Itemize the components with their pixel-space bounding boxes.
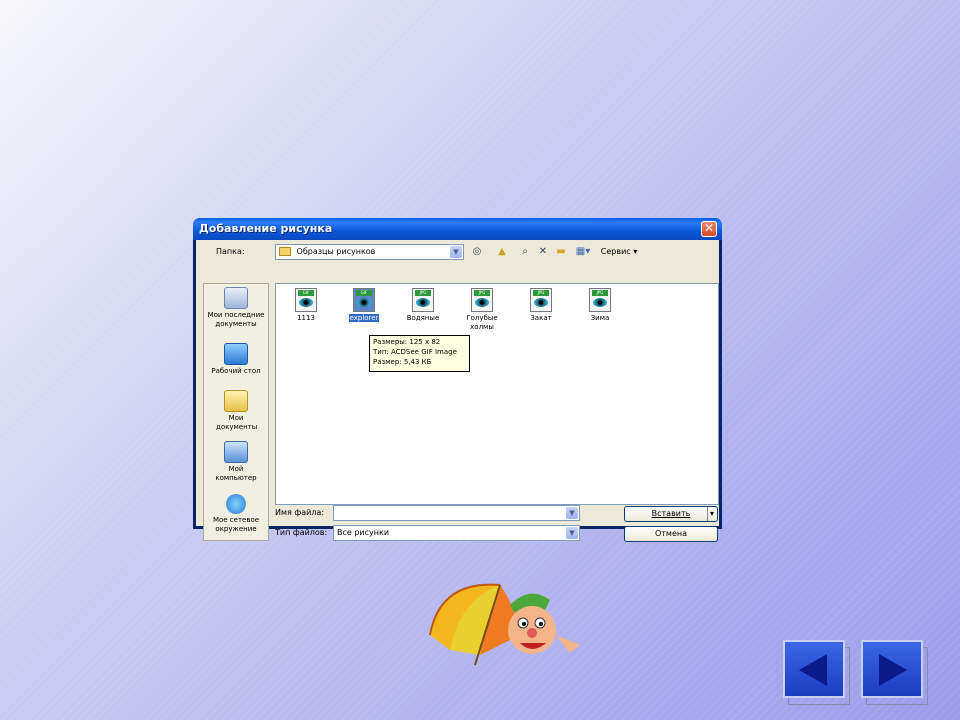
file-type-tag: GIF <box>356 290 372 296</box>
place-my-documents[interactable]: Мои документы <box>204 390 268 432</box>
new-folder-icon: ▬ <box>556 246 566 257</box>
umbrella-mascot-image <box>429 583 580 666</box>
filename-input[interactable]: ▼ <box>333 505 580 521</box>
image-file-icon: GIF <box>295 288 317 312</box>
file-type-tag: JPG <box>415 290 431 296</box>
image-file-icon: JPG <box>589 288 611 312</box>
up-folder-button[interactable]: ▲ <box>495 245 509 259</box>
service-label: Сервис <box>600 247 631 256</box>
file-name: explorer <box>348 314 380 322</box>
filetype-value: Все рисунки <box>337 528 390 537</box>
desktop-icon <box>224 343 248 365</box>
folder-label: Папка: <box>216 247 245 256</box>
file-list[interactable]: GIF 1113 GIF explorer JPG Водяные JPG Го… <box>275 283 719 505</box>
file-type-tag: JPG <box>474 290 490 296</box>
insert-button-label: Вставить <box>651 509 691 518</box>
tooltip-size: Размер: 5,43 КБ <box>373 358 432 366</box>
dialog-body: Папка: Образцы рисунков ▼ ◎ ▲ ⌕ ✕ ▬ ▦▾ С… <box>196 240 719 542</box>
delete-icon: ✕ <box>538 246 548 257</box>
place-label: Мои документы <box>216 414 258 431</box>
recent-documents-icon <box>224 287 248 309</box>
filetype-label: Тип файлов: <box>275 528 328 537</box>
image-file-icon: JPG <box>530 288 552 312</box>
file-item[interactable]: JPG Водяные <box>394 288 452 323</box>
search-icon: ⌕ <box>522 246 528 257</box>
back-button[interactable]: ◎ <box>471 245 483 259</box>
views-button[interactable]: ▦▾ <box>572 245 594 259</box>
next-slide-button[interactable] <box>861 640 923 698</box>
file-item[interactable]: JPG Зима <box>571 288 629 323</box>
place-desktop[interactable]: Рабочий стол <box>204 343 268 376</box>
insert-dropdown-icon[interactable]: ▾ <box>707 507 716 521</box>
folder-value: Образцы рисунков <box>296 247 376 256</box>
file-item-selected[interactable]: GIF explorer <box>335 288 393 323</box>
file-type-tag: JPG <box>592 290 608 296</box>
close-icon: ✕ <box>703 221 715 235</box>
title-bar[interactable]: Добавление рисунка ✕ <box>193 218 722 240</box>
place-label: Мой компьютер <box>215 465 257 482</box>
triangle-right-icon <box>879 654 907 686</box>
previous-slide-button[interactable] <box>783 640 845 698</box>
up-folder-icon: ▲ <box>498 246 506 257</box>
file-name: Закат <box>530 314 552 322</box>
place-label: Мое сетевое окружение <box>212 516 260 533</box>
chevron-down-icon: ▼ <box>450 246 462 258</box>
file-item[interactable]: JPG Закат <box>512 288 570 323</box>
chevron-down-icon: ▼ <box>566 507 578 519</box>
file-type-tag: JPG <box>533 290 549 296</box>
file-item[interactable]: JPG Голубые холмы <box>453 288 511 332</box>
delete-button[interactable]: ✕ <box>536 245 550 259</box>
network-icon <box>226 494 246 514</box>
back-arrow-icon: ◎ <box>472 246 482 257</box>
place-label: Мои последние документы <box>207 311 265 328</box>
place-label: Рабочий стол <box>211 367 261 375</box>
file-name: Водяные <box>406 314 440 322</box>
tooltip-type: Тип: ACDSee GIF Image <box>373 348 457 356</box>
file-type-tag: GIF <box>298 290 314 296</box>
file-item[interactable]: GIF 1113 <box>277 288 335 323</box>
insert-picture-dialog: Добавление рисунка ✕ Папка: Образцы рису… <box>193 218 722 542</box>
file-name: Голубые холмы <box>466 314 498 331</box>
service-menu[interactable]: Сервис ▾ <box>597 245 641 259</box>
place-recent-documents[interactable]: Мои последние документы <box>204 287 268 329</box>
chevron-down-icon: ▼ <box>566 527 578 539</box>
filetype-select[interactable]: Все рисунки ▼ <box>333 525 580 541</box>
folder-icon <box>279 247 291 256</box>
views-icon: ▦▾ <box>575 246 591 257</box>
filename-label: Имя файла: <box>275 508 325 517</box>
new-folder-button[interactable]: ▬ <box>554 245 568 259</box>
image-file-icon: GIF <box>353 288 375 312</box>
triangle-left-icon <box>799 654 827 686</box>
search-web-button[interactable]: ⌕ <box>518 245 532 259</box>
place-network[interactable]: Мое сетевое окружение <box>204 494 268 534</box>
cancel-button-label: Отмена <box>654 529 688 538</box>
file-name: 1113 <box>297 314 315 322</box>
image-file-icon: JPG <box>412 288 434 312</box>
cancel-button[interactable]: Отмена <box>624 526 718 542</box>
dialog-title: Добавление рисунка <box>199 222 333 235</box>
file-name: Зима <box>590 314 610 322</box>
image-file-icon: JPG <box>471 288 493 312</box>
place-my-computer[interactable]: Мой компьютер <box>204 441 268 483</box>
places-bar: Мои последние документы Рабочий стол Мои… <box>203 283 269 541</box>
close-button[interactable]: ✕ <box>701 221 717 237</box>
folder-select[interactable]: Образцы рисунков ▼ <box>275 244 464 260</box>
tooltip-dimensions: Размеры: 125 x 82 <box>373 338 441 346</box>
file-info-tooltip: Размеры: 125 x 82 Тип: ACDSee GIF Image … <box>369 335 470 372</box>
my-documents-icon <box>224 390 248 412</box>
insert-button[interactable]: Вставить ▾ <box>624 506 718 522</box>
my-computer-icon <box>224 441 248 463</box>
